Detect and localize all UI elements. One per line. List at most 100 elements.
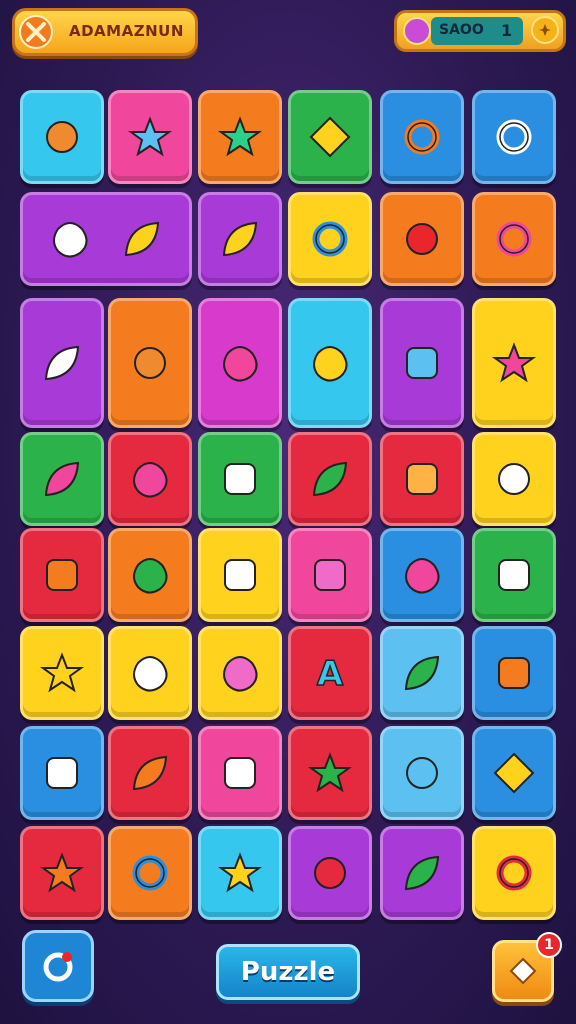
sun-badge-icon: [39, 852, 85, 893]
ghost-bubble-icon: [133, 656, 168, 692]
shuriken-icon: [309, 116, 351, 158]
tile-sun-badge[interactable]: [20, 826, 104, 920]
tile-bag[interactable]: [198, 192, 282, 286]
tile-sun-flower[interactable]: [20, 626, 104, 720]
tile-smile-cup[interactable]: [288, 298, 372, 428]
tile-network-nodes[interactable]: [20, 192, 192, 286]
gear-star-icon: [217, 116, 263, 157]
tile-compass-star[interactable]: [472, 298, 556, 428]
pen-note-icon: [224, 559, 256, 591]
tile-carrot[interactable]: [380, 826, 464, 920]
fruit-icon: [405, 558, 440, 594]
donut-icon: [312, 221, 348, 257]
tile-jelly-bean[interactable]: [198, 626, 282, 720]
orange-face-icon: [498, 657, 530, 689]
tile-pen-note[interactable]: [198, 528, 282, 622]
tile-fox-character[interactable]: [108, 298, 192, 428]
star-icon: [127, 116, 173, 157]
tile-square-face[interactable]: [380, 432, 464, 526]
fox-character-icon: [134, 347, 166, 379]
ring-bolts-icon: [496, 221, 532, 257]
message-face-icon: [498, 559, 530, 591]
bag-icon: [222, 221, 258, 257]
sun-flower-icon: [39, 652, 85, 693]
arch-icon: [314, 559, 346, 591]
svg-text:A: A: [317, 654, 344, 694]
pink-monster-icon: [133, 462, 168, 498]
white-cat-icon: [498, 463, 530, 495]
carrot-icon: [404, 855, 440, 891]
tile-bar-chart[interactable]: [380, 298, 464, 428]
tile-blue-ring[interactable]: [108, 826, 192, 920]
tile-diamond-ring[interactable]: [380, 90, 464, 184]
tile-letter-a[interactable]: A: [288, 626, 372, 720]
paint-splat-icon: [223, 346, 258, 382]
tile-letter-a-badge[interactable]: [20, 528, 104, 622]
tile-grid: A: [0, 0, 576, 1024]
square-face-icon: [406, 463, 438, 495]
tile-ghost-bubble[interactable]: [108, 626, 192, 720]
tile-message-face[interactable]: [472, 528, 556, 622]
tile-arch[interactable]: [288, 528, 372, 622]
tile-pink-monster[interactable]: [108, 432, 192, 526]
swirl-icon: [496, 119, 532, 155]
calculator-icon: [46, 757, 78, 789]
tile-yellow-burst[interactable]: [198, 826, 282, 920]
bear-face-icon: [406, 757, 438, 789]
tile-ring-bolts[interactable]: [472, 192, 556, 286]
red-ring-icon: [496, 855, 532, 891]
yellow-burst-icon: [217, 852, 263, 893]
tile-paint-splat[interactable]: [198, 298, 282, 428]
tile-green-star[interactable]: [288, 726, 372, 820]
tile-note-paper[interactable]: [198, 432, 282, 526]
tile-fox-face[interactable]: [20, 90, 104, 184]
tile-fruit[interactable]: [380, 528, 464, 622]
refresh-icon: [43, 952, 73, 982]
tile-red-berry[interactable]: [288, 826, 372, 920]
bomb-icon: [406, 223, 438, 255]
hint-count-badge: 1: [536, 932, 562, 958]
blue-ring-icon: [132, 855, 168, 891]
tile-usb-stick[interactable]: [198, 726, 282, 820]
jelly-bean-icon: [223, 656, 258, 692]
tile-chat-bubble[interactable]: [108, 528, 192, 622]
tile-white-cat[interactable]: [472, 432, 556, 526]
diamond-ring-icon: [404, 119, 440, 155]
tile-bear-face[interactable]: [380, 726, 464, 820]
leaf-icon: [312, 461, 348, 497]
green-bubble-icon: [404, 655, 440, 691]
smile-cup-icon: [313, 346, 348, 382]
tile-star[interactable]: [108, 90, 192, 184]
compass-star-icon: [491, 342, 537, 383]
fox-face-icon: [46, 121, 78, 153]
tile-orange-face[interactable]: [472, 626, 556, 720]
tile-gear-star[interactable]: [198, 90, 282, 184]
note-paper-icon: [224, 463, 256, 495]
tile-feather-pen[interactable]: [20, 298, 104, 428]
brush-icon: [132, 755, 168, 791]
feather-pen-icon: [44, 345, 80, 381]
tile-calculator[interactable]: [20, 726, 104, 820]
tile-bomb[interactable]: [380, 192, 464, 286]
tile-donut[interactable]: [288, 192, 372, 286]
tile-shuriken[interactable]: [288, 90, 372, 184]
reset-button[interactable]: [22, 930, 94, 1002]
puzzle-button[interactable]: Puzzle: [216, 944, 360, 1000]
chat-bubble-icon: [133, 558, 168, 594]
tile-green-bubble[interactable]: [380, 626, 464, 720]
red-berry-icon: [314, 857, 346, 889]
tile-red-ring[interactable]: [472, 826, 556, 920]
network-nodes-icon: [53, 222, 88, 258]
letter-a-badge-icon: [46, 559, 78, 591]
usb-stick-icon: [224, 757, 256, 789]
tile-pencil[interactable]: [20, 432, 104, 526]
tile-leaf[interactable]: [288, 432, 372, 526]
shield-icon: [493, 752, 535, 794]
bar-chart-icon: [406, 347, 438, 379]
tile-brush[interactable]: [108, 726, 192, 820]
wrench-icon: [124, 221, 160, 257]
tile-shield[interactable]: [472, 726, 556, 820]
tile-swirl[interactable]: [472, 90, 556, 184]
pencil-icon: [44, 461, 80, 497]
diamond-icon: [509, 957, 537, 985]
